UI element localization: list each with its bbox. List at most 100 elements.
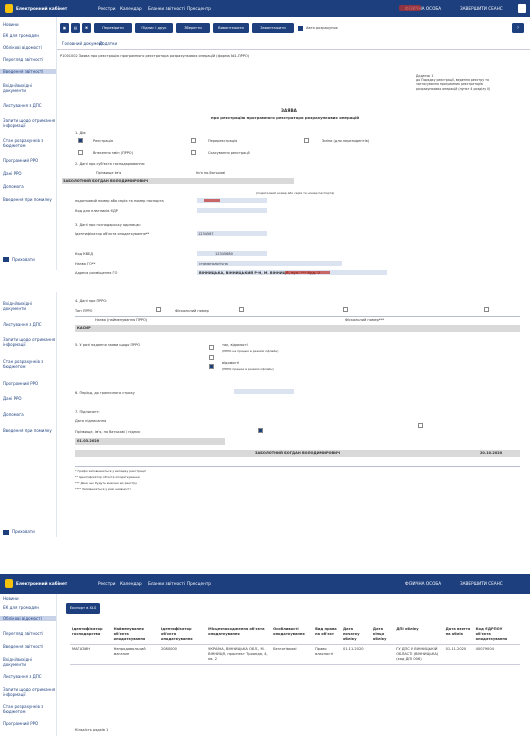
col-3[interactable]: Ідентифікатор об'єкта оподаткування: [158, 625, 207, 645]
radio-changes[interactable]: [78, 150, 83, 155]
sign-button[interactable]: Підпис і друк: [135, 23, 173, 33]
sidebar-item-accounting[interactable]: Облікові відомості: [0, 616, 56, 621]
collapse-icon[interactable]: [3, 530, 9, 535]
s4-row[interactable]: [75, 325, 520, 332]
radio-reregister[interactable]: [191, 138, 196, 143]
print-icon[interactable]: ▤: [71, 23, 80, 33]
sidebar-item-prro[interactable]: Програмний РРО: [3, 158, 38, 163]
col-7[interactable]: Дата початку обліку: [340, 625, 371, 645]
col-9[interactable]: ДПІ обліку: [394, 625, 444, 645]
delete-icon[interactable]: ✖: [82, 23, 91, 33]
menu-press[interactable]: Пресцентр: [187, 6, 211, 11]
sidebar-item-documents[interactable]: Вхідні/вихідні документи: [3, 301, 56, 311]
menu-calendar[interactable]: Календар: [120, 6, 142, 11]
s4-col-name: Назва (найменування ПРРО): [95, 318, 148, 322]
app-title[interactable]: Електронний кабінет: [16, 581, 67, 586]
col-2[interactable]: Найменування об'єкта оподаткування: [111, 625, 159, 645]
menu-registers[interactable]: Реєстри: [98, 6, 116, 11]
sidebar-item-prro[interactable]: Програмний РРО: [3, 721, 38, 726]
sidebar-item-news[interactable]: Новини: [3, 596, 19, 601]
sidebar-item-requests[interactable]: Запити щодо отримання інформації: [3, 118, 56, 128]
sidebar-item-budget[interactable]: Стан розрахунків з бюджетом: [3, 138, 56, 148]
user-icon[interactable]: [518, 4, 526, 13]
sidebar-item-error-entry[interactable]: Введення при помилку: [3, 197, 52, 202]
s5-check-a[interactable]: [209, 345, 214, 350]
sidebar-collapse[interactable]: Приховати: [12, 529, 35, 534]
s7-agree-box[interactable]: [418, 423, 423, 428]
s4-extra-box[interactable]: [484, 307, 489, 312]
sidebar-item-view-reports[interactable]: Перегляд звітності: [3, 631, 43, 636]
s6-field[interactable]: [234, 389, 294, 394]
sidebar-item-view-reports[interactable]: Перегляд звітності: [3, 57, 43, 62]
s7-sign-box[interactable]: [258, 428, 263, 433]
download-button[interactable]: Вивантажити: [213, 23, 249, 33]
menu-forms[interactable]: Бланки звітності: [148, 581, 185, 586]
sidebar-item-requests[interactable]: Запити щодо отримання інформації: [3, 687, 56, 697]
sidebar-item-budget[interactable]: Стан розрахунків з бюджетом: [3, 359, 56, 369]
sidebar-item-citizens[interactable]: ЕК для громадян: [3, 605, 39, 610]
radio-reregister-label: Перереєстрація: [208, 139, 238, 143]
export-xls-button[interactable]: Експорт в XLS: [66, 603, 100, 614]
code-field[interactable]: [197, 208, 267, 213]
objects-table: Ідентифікатор господарства Найменування …: [70, 625, 520, 665]
sidebar-item-enter-reports[interactable]: Введення звітності: [3, 644, 43, 649]
sidebar-item-correspondence[interactable]: Листування з ДПС: [3, 674, 42, 679]
radio-register-label: Реєстрація: [93, 139, 113, 143]
trident-logo-icon: [5, 579, 13, 588]
menu-registers[interactable]: Реєстри: [98, 581, 116, 586]
col-10[interactable]: Дата взяття на облік: [443, 625, 474, 645]
col-1[interactable]: Ідентифікатор господарства: [70, 625, 112, 645]
s4-local-box[interactable]: [343, 307, 348, 312]
s4-type-box[interactable]: [156, 307, 161, 312]
s5-check-c[interactable]: [209, 364, 214, 369]
logout-link[interactable]: ЗАВЕРШИТИ СЕАНС: [460, 6, 503, 11]
top-header-3: Електронний кабінет Реєстри Календар Бла…: [0, 574, 530, 594]
col-4[interactable]: Місцезнаходження об'єкта оподаткування: [206, 625, 272, 645]
menu-calendar[interactable]: Календар: [120, 581, 142, 586]
s2-code-label: Код для платників ЄДР: [75, 209, 118, 213]
s4-fiscal-box[interactable]: [239, 307, 244, 312]
radio-register[interactable]: [78, 138, 83, 143]
menu-press[interactable]: Пресцентр: [187, 581, 211, 586]
sidebar-item-accounting[interactable]: Облікові відомості: [3, 45, 42, 50]
sidebar-item-documents[interactable]: Вхідні/вихідні документи: [3, 657, 56, 667]
upload-button[interactable]: Завантажити: [252, 23, 294, 33]
col-8[interactable]: Дата кінця обліку: [370, 625, 395, 645]
logout-link[interactable]: ЗАВЕРШИТИ СЕАНС: [460, 581, 503, 586]
sidebar-item-documents[interactable]: Вхідні/вихідні документи: [3, 83, 56, 93]
save-button[interactable]: Зберегти: [176, 23, 210, 33]
s3-a-label: Ідентифікатор об'єкта оподаткування**: [75, 232, 150, 236]
sidebar-item-rro-data[interactable]: Дані РРО: [3, 171, 22, 176]
sidebar-item-error-entry[interactable]: Введення при помилку: [3, 428, 52, 433]
trident-logo-icon: [5, 4, 13, 13]
sidebar-item-prro[interactable]: Програмний РРО: [3, 381, 38, 386]
col-6[interactable]: Вид права на об'єкт: [313, 625, 341, 645]
s5-check-b[interactable]: [209, 355, 214, 360]
sidebar-item-rro-data[interactable]: Дані РРО: [3, 396, 22, 401]
help-button[interactable]: ?: [512, 23, 524, 33]
col-11[interactable]: Код ЄДРПОУ об'єкта оподаткування: [473, 625, 520, 645]
sidebar-item-citizens[interactable]: ЕК для громадян: [3, 33, 39, 38]
radio-nonresident[interactable]: [304, 138, 309, 143]
sidebar-item-help[interactable]: Допомога: [3, 184, 24, 189]
collapse-icon[interactable]: [3, 257, 9, 262]
sidebar-item-budget[interactable]: Стан розрахунків з бюджетом: [3, 704, 56, 714]
table-row[interactable]: МАГАЗИН Непродовольчий магазин 2080000 У…: [70, 644, 520, 665]
app-title[interactable]: Електронний кабінет: [16, 6, 67, 11]
tab-annexes[interactable]: Додатки: [99, 41, 117, 46]
sidebar-item-correspondence[interactable]: Листування з ДПС: [3, 103, 42, 108]
col-5[interactable]: Особливості оподаткування: [271, 625, 314, 645]
sidebar-item-correspondence[interactable]: Листування з ДПС: [3, 322, 42, 327]
radio-cancel[interactable]: [191, 150, 196, 155]
sidebar-item-news[interactable]: Новини: [3, 22, 19, 27]
menu-forms[interactable]: Бланки звітності: [148, 6, 185, 11]
s3-b-label: Код КВЕД: [75, 252, 93, 256]
sidebar-collapse[interactable]: Приховати: [12, 257, 35, 262]
tab-main-document[interactable]: Головний документ: [62, 41, 104, 46]
sidebar-item-help[interactable]: Допомога: [3, 412, 24, 417]
sidebar-item-enter-reports[interactable]: Введення звітності: [0, 69, 56, 74]
autosave-checkbox[interactable]: [298, 26, 303, 31]
check-button[interactable]: Перевірити: [94, 23, 132, 33]
sidebar-item-requests[interactable]: Запити щодо отримання інформації: [3, 337, 56, 347]
save-icon[interactable]: ▣: [60, 23, 69, 33]
